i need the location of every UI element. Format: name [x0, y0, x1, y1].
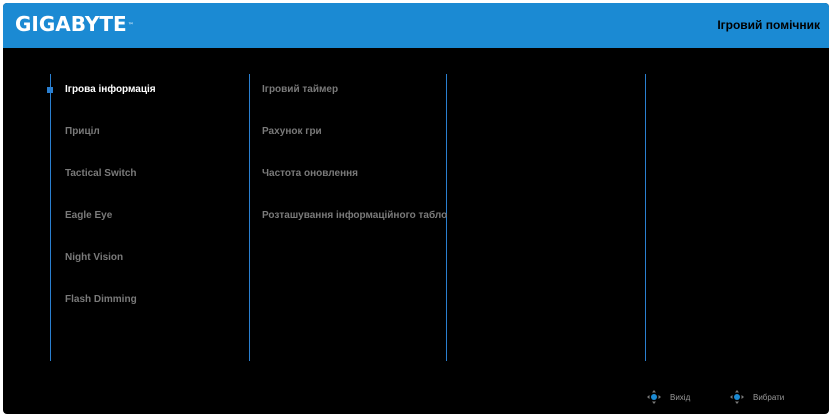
- page-title: Ігровий помічник: [717, 18, 820, 32]
- select-hint[interactable]: Вибрати: [729, 389, 784, 405]
- menu-item-eagle-eye[interactable]: Eagle Eye: [65, 210, 112, 222]
- submenu-item-game-counter[interactable]: Рахунок гри: [262, 126, 322, 138]
- column-divider-4: [645, 74, 646, 361]
- brand-name: GIGABYTE: [15, 12, 127, 36]
- selection-marker-icon: [47, 87, 53, 93]
- menu-item-game-info[interactable]: Ігрова інформація: [65, 84, 156, 96]
- joystick-icon: [730, 390, 744, 404]
- menu-item-crosshair[interactable]: Приціл: [65, 126, 100, 138]
- osd-window: GIGABYTE™ Ігровий помічник Ігрова інформ…: [3, 3, 829, 414]
- exit-hint[interactable]: Вихід: [646, 389, 690, 405]
- submenu-item-refresh-rate[interactable]: Частота оновлення: [262, 168, 358, 180]
- joystick-icon: [647, 390, 661, 404]
- menu-item-tactical-switch[interactable]: Tactical Switch: [65, 168, 137, 180]
- column-divider-1: [50, 74, 51, 361]
- brand-trademark: ™: [127, 22, 134, 29]
- header-bar: GIGABYTE™ Ігровий помічник: [3, 3, 829, 48]
- brand-logo: GIGABYTE™: [15, 12, 134, 36]
- select-label: Вибрати: [753, 392, 785, 402]
- submenu-item-info-dashboard-location[interactable]: Розташування інформаційного табло: [262, 210, 447, 222]
- submenu-item-game-timer[interactable]: Ігровий таймер: [262, 84, 338, 96]
- menu-item-flash-dimming[interactable]: Flash Dimming: [65, 294, 137, 306]
- column-divider-2: [249, 74, 250, 361]
- exit-label: Вихід: [670, 392, 691, 402]
- menu-item-night-vision[interactable]: Night Vision: [65, 252, 123, 264]
